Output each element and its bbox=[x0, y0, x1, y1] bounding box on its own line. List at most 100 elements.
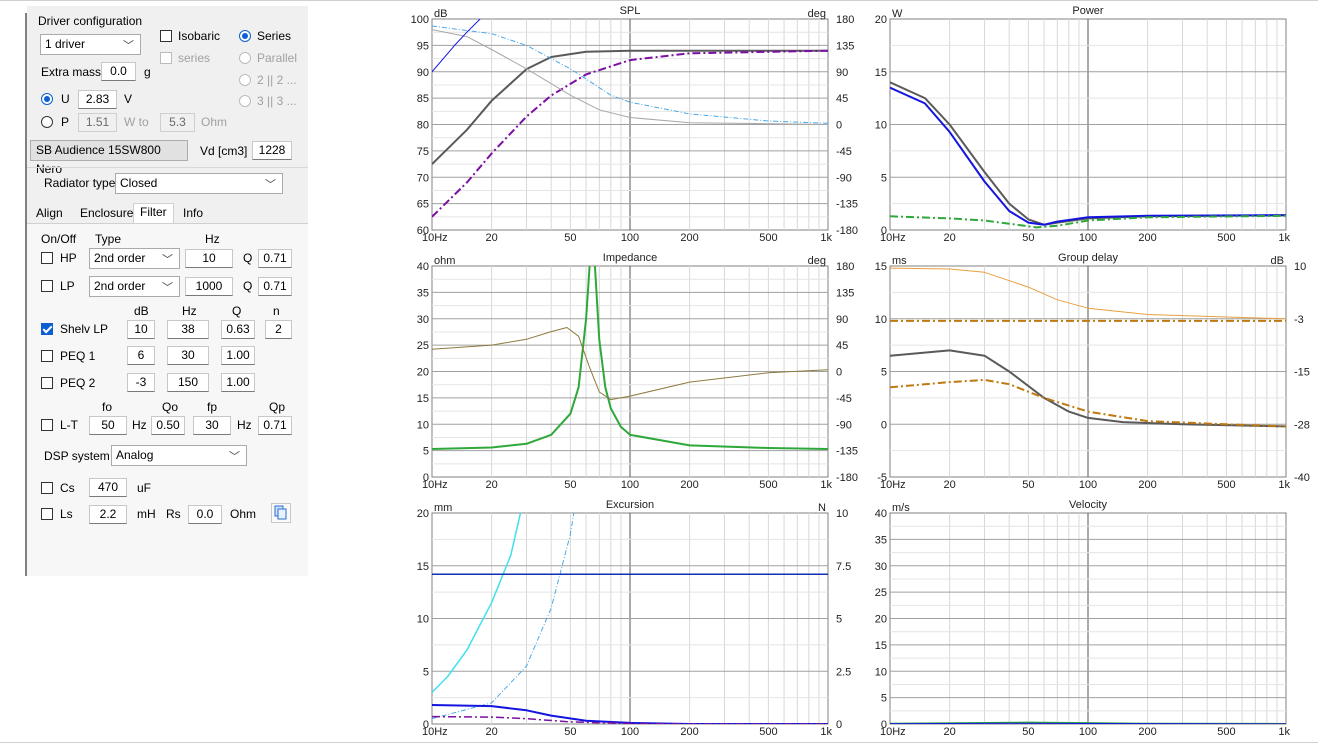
y-tick-label: 10 bbox=[417, 419, 429, 431]
y-tick-label: 5 bbox=[881, 172, 887, 184]
x-tick-label: 50 bbox=[1022, 232, 1034, 244]
x-tick-label: 200 bbox=[1138, 726, 1156, 738]
y2-tick-label: -45 bbox=[836, 146, 852, 158]
x-tick-label: 500 bbox=[1217, 479, 1235, 491]
y-axis-label: W bbox=[892, 8, 903, 20]
x-tick-label: 100 bbox=[1079, 726, 1097, 738]
y-tick-label: 5 bbox=[881, 367, 887, 379]
y-tick-label: 10 bbox=[417, 614, 429, 626]
y-tick-label: 100 bbox=[411, 14, 429, 26]
y2-tick-label: -3 bbox=[1294, 314, 1304, 326]
y2-tick-label: -90 bbox=[836, 172, 852, 184]
y2-tick-label: 5 bbox=[836, 614, 842, 626]
chart-title: Power bbox=[1072, 5, 1104, 17]
x-tick-label: 100 bbox=[621, 479, 639, 491]
y2-tick-label: -90 bbox=[836, 419, 852, 431]
y2-tick-label: 10 bbox=[1294, 261, 1306, 273]
y-tick-label: 35 bbox=[875, 534, 887, 546]
y-tick-label: 15 bbox=[417, 561, 429, 573]
y2-tick-label: -135 bbox=[836, 199, 858, 211]
y2-axis-label: N bbox=[818, 502, 826, 514]
y2-tick-label: 0 bbox=[836, 367, 842, 379]
chart-title: SPL bbox=[620, 5, 641, 17]
x-tick-label: 10Hz bbox=[880, 726, 906, 738]
y2-axis-label: deg bbox=[808, 255, 826, 267]
x-tick-label: 50 bbox=[1022, 479, 1034, 491]
y-tick-label: 95 bbox=[417, 40, 429, 52]
y-tick-label: 85 bbox=[417, 93, 429, 105]
y2-tick-label: 0 bbox=[836, 719, 842, 731]
y2-tick-label: 7.5 bbox=[836, 561, 851, 573]
y2-tick-label: -40 bbox=[1294, 472, 1310, 484]
y2-tick-label: -28 bbox=[1294, 419, 1310, 431]
y2-tick-label: 90 bbox=[836, 314, 848, 326]
y-tick-label: 5 bbox=[423, 666, 429, 678]
y-tick-label: 10 bbox=[875, 314, 887, 326]
y-tick-label: 0 bbox=[881, 419, 887, 431]
bottom-border bbox=[0, 742, 1318, 743]
x-tick-label: 1k bbox=[820, 479, 832, 491]
series-line bbox=[890, 722, 1286, 724]
x-tick-label: 10Hz bbox=[422, 479, 448, 491]
x-tick-label: 200 bbox=[1138, 232, 1156, 244]
y-tick-label: 40 bbox=[417, 261, 429, 273]
y-tick-label: 25 bbox=[875, 587, 887, 599]
y-tick-label: 35 bbox=[417, 287, 429, 299]
chart-title: Excursion bbox=[606, 499, 654, 511]
y-tick-label: 20 bbox=[417, 508, 429, 520]
y-tick-label: 15 bbox=[875, 261, 887, 273]
y-axis-label: m/s bbox=[892, 502, 910, 514]
x-tick-label: 20 bbox=[943, 726, 955, 738]
y-tick-label: 10 bbox=[875, 120, 887, 132]
y-axis-label: ohm bbox=[434, 255, 455, 267]
y-tick-label: 20 bbox=[417, 367, 429, 379]
y2-axis-label: deg bbox=[808, 8, 826, 20]
y-tick-label: 15 bbox=[875, 67, 887, 79]
y-tick-label: 80 bbox=[417, 120, 429, 132]
y2-tick-label: 2.5 bbox=[836, 666, 851, 678]
y-tick-label: 30 bbox=[417, 314, 429, 326]
x-tick-label: 500 bbox=[1217, 232, 1235, 244]
x-tick-label: 10Hz bbox=[880, 479, 906, 491]
y2-tick-label: 45 bbox=[836, 340, 848, 352]
y2-axis-label: dB bbox=[1271, 255, 1284, 267]
y-tick-label: 30 bbox=[875, 561, 887, 573]
x-tick-label: 100 bbox=[621, 726, 639, 738]
y2-tick-label: 10 bbox=[836, 508, 848, 520]
chart-title: Velocity bbox=[1069, 499, 1107, 511]
x-tick-label: 50 bbox=[564, 479, 576, 491]
y-tick-label: 5 bbox=[423, 446, 429, 458]
y-axis-label: ms bbox=[892, 255, 907, 267]
x-tick-label: 1k bbox=[820, 726, 832, 738]
x-tick-label: 20 bbox=[485, 232, 497, 244]
y2-tick-label: 45 bbox=[836, 93, 848, 105]
y2-tick-label: 135 bbox=[836, 287, 854, 299]
x-tick-label: 10Hz bbox=[422, 232, 448, 244]
chart-title: Group delay bbox=[1058, 252, 1118, 264]
y-tick-label: 75 bbox=[417, 146, 429, 158]
x-tick-label: 500 bbox=[1217, 726, 1235, 738]
y-tick-label: 20 bbox=[875, 14, 887, 26]
x-tick-label: 200 bbox=[1138, 479, 1156, 491]
y2-tick-label: 90 bbox=[836, 67, 848, 79]
x-tick-label: 200 bbox=[680, 232, 698, 244]
y2-tick-label: 135 bbox=[836, 40, 854, 52]
x-tick-label: 50 bbox=[1022, 726, 1034, 738]
x-tick-label: 20 bbox=[943, 479, 955, 491]
x-tick-label: 500 bbox=[759, 232, 777, 244]
chart-title: Impedance bbox=[603, 252, 657, 264]
x-tick-label: 100 bbox=[1079, 479, 1097, 491]
y-axis-label: dB bbox=[434, 8, 447, 20]
x-tick-label: 10Hz bbox=[422, 726, 448, 738]
y-tick-label: 20 bbox=[875, 614, 887, 626]
x-tick-label: 1k bbox=[1278, 232, 1290, 244]
y2-tick-label: -15 bbox=[1294, 367, 1310, 379]
y-tick-label: 70 bbox=[417, 172, 429, 184]
y-tick-label: 40 bbox=[875, 508, 887, 520]
x-tick-label: 1k bbox=[1278, 479, 1290, 491]
y2-tick-label: -135 bbox=[836, 446, 858, 458]
y-tick-label: 25 bbox=[417, 340, 429, 352]
y2-tick-label: -180 bbox=[836, 225, 858, 237]
y-tick-label: 15 bbox=[417, 393, 429, 405]
x-tick-label: 50 bbox=[564, 232, 576, 244]
